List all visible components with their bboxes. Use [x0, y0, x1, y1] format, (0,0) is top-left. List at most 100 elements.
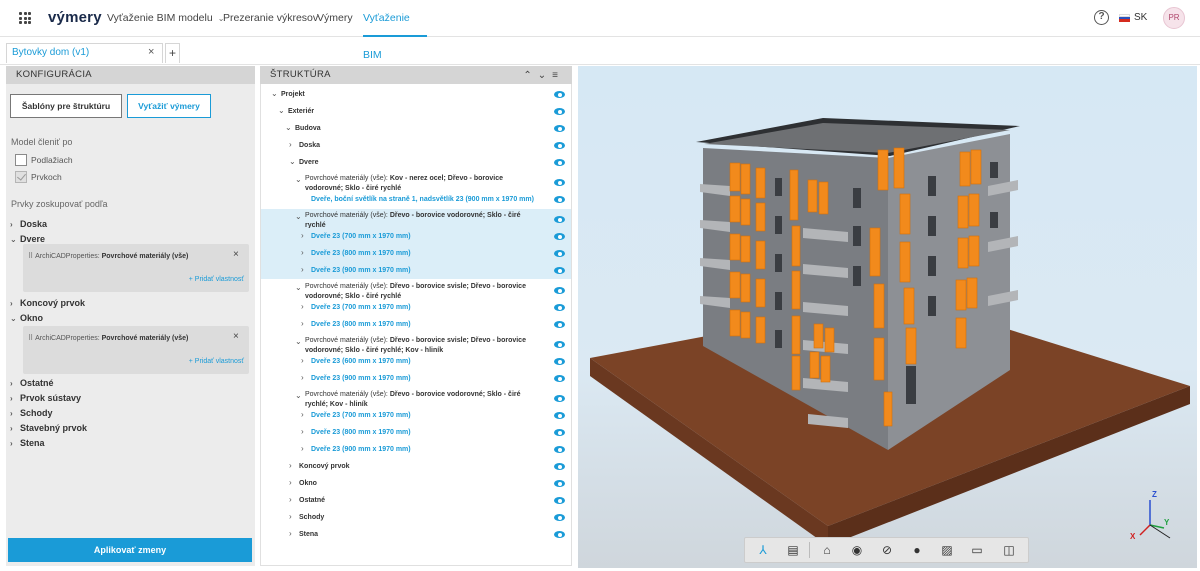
tree-row[interactable]: ⌄ Exteriér [261, 103, 571, 120]
chevron-down-icon[interactable]: ⌄ [271, 89, 278, 99]
tree-row[interactable]: › Dveře 23 (700 mm x 1970 mm) [261, 228, 571, 245]
tree-row[interactable]: ⌄ Dvere [261, 154, 571, 171]
chevron-down-icon[interactable]: ⌄ [295, 391, 302, 401]
chevron-down-icon[interactable]: ⌄ [289, 157, 296, 167]
visibility-eye-icon[interactable] [554, 358, 565, 365]
visibility-eye-icon[interactable] [554, 375, 565, 382]
nav-item-measurements[interactable]: Výmery [317, 0, 353, 37]
eye-icon[interactable]: ◉ [849, 542, 865, 558]
apply-changes-button[interactable]: Aplikovať zmeny [8, 538, 252, 562]
chevron-down-icon[interactable]: ⌄ [295, 283, 302, 293]
tree-row[interactable]: ⌄ Budova [261, 120, 571, 137]
chevron-right-icon[interactable]: › [301, 231, 304, 241]
chevron-right-icon[interactable]: › [301, 373, 304, 383]
chevron-down-icon[interactable]: ⌄ [295, 337, 302, 347]
tree-row[interactable]: › Dveře 23 (700 mm x 1970 mm) [261, 299, 571, 316]
chevron-right-icon[interactable]: › [289, 140, 292, 150]
tree-row[interactable]: › Ostatné [261, 492, 571, 509]
group-stena[interactable]: › Stena [10, 438, 45, 448]
tree-row[interactable]: › Stena [261, 526, 571, 543]
visibility-eye-icon[interactable] [554, 250, 565, 257]
brand-logo[interactable]: výmery [48, 9, 102, 26]
visibility-eye-icon[interactable] [554, 531, 565, 538]
tree-row[interactable]: › Koncový prvok [261, 458, 571, 475]
visibility-eye-icon[interactable] [554, 463, 565, 470]
chevron-right-icon[interactable]: › [301, 410, 304, 420]
chevron-down-icon[interactable]: ⌄ [295, 175, 302, 185]
tree-row[interactable]: › Dveře 23 (600 mm x 1970 mm) [261, 353, 571, 370]
add-property-link[interactable]: + Pridať vlastnosť [189, 358, 244, 365]
section-icon[interactable]: ▨ [939, 542, 955, 558]
chevron-right-icon[interactable]: › [301, 444, 304, 454]
tree-row[interactable]: › Dveře 23 (900 mm x 1970 mm) [261, 262, 571, 279]
ruler-icon[interactable]: ▭ [969, 542, 985, 558]
visibility-eye-icon[interactable] [554, 429, 565, 436]
nav-item-bim[interactable]: Vyťaženie BIM [363, 0, 427, 61]
3d-viewer[interactable] [578, 66, 1197, 568]
add-tab-button[interactable]: + [165, 43, 180, 63]
nav-item-drawings[interactable]: Prezeranie výkresov [223, 0, 318, 37]
visibility-eye-icon[interactable] [554, 446, 565, 453]
visibility-eye-icon[interactable] [554, 395, 565, 402]
tree-row[interactable]: ⌄ Projekt [261, 86, 571, 103]
tree-row[interactable]: › Dveře 23 (800 mm x 1970 mm) [261, 424, 571, 441]
building-model[interactable] [578, 66, 1197, 568]
tree-row[interactable]: › Dveře 23 (800 mm x 1970 mm) [261, 245, 571, 262]
visibility-eye-icon[interactable] [554, 196, 565, 203]
visibility-eye-icon[interactable] [554, 412, 565, 419]
group-koncovy-prvok[interactable]: › Koncový prvok [10, 298, 85, 308]
user-avatar[interactable]: PR [1163, 7, 1185, 29]
chevron-right-icon[interactable]: › [289, 495, 292, 505]
expand-all-icon[interactable]: ⌄ [538, 70, 552, 81]
filter-icon[interactable]: ≡ [552, 70, 564, 81]
language-selector[interactable]: SK [1134, 12, 1147, 23]
visibility-eye-icon[interactable] [554, 304, 565, 311]
list-icon[interactable]: ▤ [785, 542, 801, 558]
chevron-right-icon[interactable]: › [301, 265, 304, 275]
tree-row[interactable]: › Dveře 23 (900 mm x 1970 mm) [261, 441, 571, 458]
visibility-eye-icon[interactable] [554, 179, 565, 186]
tree-icon[interactable]: ⅄ [755, 542, 771, 558]
group-stavebny-prvok[interactable]: › Stavebný prvok [10, 423, 87, 433]
visibility-eye-icon[interactable] [554, 142, 565, 149]
tree-row[interactable]: › Dveře 23 (700 mm x 1970 mm) [261, 407, 571, 424]
home-icon[interactable]: ⌂ [819, 542, 835, 558]
split-icon[interactable]: ◫ [1001, 542, 1017, 558]
tree-row[interactable]: Dveře, boční světlík na straně 1, nadsvě… [261, 191, 571, 208]
chevron-right-icon[interactable]: › [289, 478, 292, 488]
visibility-eye-icon[interactable] [554, 321, 565, 328]
tab-bytovky-dom[interactable]: Bytovky dom (v1) × [6, 43, 163, 63]
visibility-eye-icon[interactable] [554, 287, 565, 294]
templates-button[interactable]: Šablóny pre štruktúru [10, 94, 122, 118]
group-doska[interactable]: › Doska [10, 219, 47, 229]
checkbox-elements[interactable] [15, 171, 27, 183]
close-icon[interactable]: × [148, 46, 154, 58]
eye-off-icon[interactable]: ⊘ [879, 542, 895, 558]
chevron-right-icon[interactable]: › [301, 427, 304, 437]
group-prvok-sustavy[interactable]: › Prvok sústavy [10, 393, 81, 403]
visibility-eye-icon[interactable] [554, 267, 565, 274]
visibility-eye-icon[interactable] [554, 233, 565, 240]
checkbox-floors[interactable] [15, 154, 27, 166]
slovak-flag-icon[interactable] [1119, 14, 1130, 22]
chevron-down-icon[interactable]: ⌄ [285, 123, 292, 133]
visibility-eye-icon[interactable] [554, 125, 565, 132]
chevron-right-icon[interactable]: › [301, 319, 304, 329]
visibility-eye-icon[interactable] [554, 497, 565, 504]
chevron-down-icon[interactable]: ⌄ [295, 212, 302, 222]
close-icon[interactable]: × [233, 331, 239, 342]
chevron-right-icon[interactable]: › [301, 356, 304, 366]
focus-icon[interactable]: ● [909, 542, 925, 558]
help-icon[interactable]: ? [1094, 10, 1109, 25]
chevron-right-icon[interactable]: › [301, 248, 304, 258]
visibility-eye-icon[interactable] [554, 159, 565, 166]
visibility-eye-icon[interactable] [554, 91, 565, 98]
collapse-all-icon[interactable]: ⌃ [523, 70, 537, 81]
tree-row[interactable]: › Doska [261, 137, 571, 154]
extract-button[interactable]: Vyťažiť výmery [127, 94, 211, 118]
visibility-eye-icon[interactable] [554, 514, 565, 521]
chevron-right-icon[interactable]: › [289, 529, 292, 539]
group-dvere[interactable]: ⌄ Dvere [10, 234, 45, 244]
group-schody[interactable]: › Schody [10, 408, 53, 418]
close-icon[interactable]: × [233, 249, 239, 260]
